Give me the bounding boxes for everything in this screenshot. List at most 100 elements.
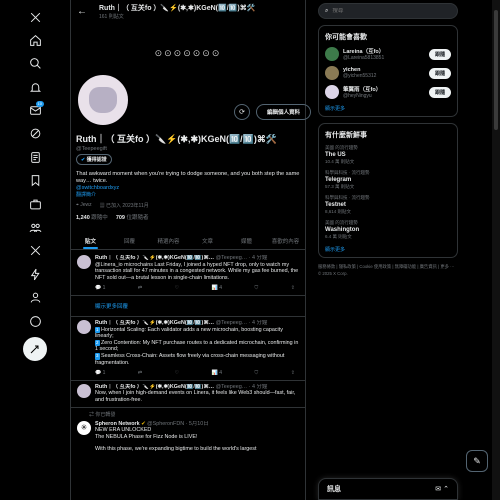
retweet-icon[interactable]: ⇄ [138, 370, 142, 377]
who-to-follow-title: 你可能會喜歡 [325, 34, 367, 41]
search-box[interactable]: ⌕ [318, 3, 458, 19]
post-button[interactable] [23, 337, 47, 362]
feather-icon [30, 345, 39, 354]
translate-bio-link[interactable]: 翻譯簡介 [76, 191, 301, 198]
profile-handle: @Teepeegift [76, 146, 107, 152]
trend-count: 6.4 萬 則貼文 [325, 234, 352, 239]
tweet[interactable]: ✳ Spheron Network ✔ @SpheronFDN · 5月10日 … [71, 418, 305, 456]
trend-count: 8,614 則貼文 [325, 209, 352, 214]
suggested-user[interactable]: 筆翼雨（互fo） @heyNingyu 跟隨 [325, 85, 451, 99]
grok-fab-icon[interactable]: ✎ [466, 450, 488, 472]
edit-profile-button[interactable]: 編輯個人資料 [256, 104, 312, 120]
tweet[interactable]: Ruth｜（ 互关fo ）🔪⚡(✱,✱)KGeN(🔟/🔟)⌘… @Teepeeg… [71, 252, 305, 296]
premium-icon[interactable] [24, 240, 46, 262]
profile-actions: ⟳ 編輯個人資料 [234, 104, 312, 120]
tab-posts[interactable]: 貼文 [71, 232, 110, 249]
explore-icon[interactable] [24, 53, 46, 75]
tab-likes[interactable]: 喜歡的內容 [266, 232, 305, 249]
show-more-replies-link[interactable]: 顯示更多回覆 [71, 296, 305, 317]
share-icon[interactable]: ⇪ [291, 285, 295, 292]
bookmark-icon[interactable]: ⛉ [255, 370, 259, 377]
tab-articles[interactable]: 文章 [188, 232, 227, 249]
tab-highlights[interactable]: 精選內容 [149, 232, 188, 249]
trend-count: 57.3 萬 則貼文 [325, 184, 355, 189]
trend-item[interactable]: 美國 的流行趨勢 Washington 6.4 萬 則貼文 [325, 220, 451, 240]
bookmarks-icon[interactable] [24, 170, 46, 192]
profile-avatar[interactable] [75, 72, 131, 128]
x-logo-icon[interactable] [24, 6, 46, 28]
reposted-text: 你已轉發 [95, 411, 116, 418]
trends-show-more-link[interactable]: 顯示更多 [325, 246, 451, 253]
scrollbar[interactable] [492, 0, 500, 500]
suggested-user[interactable]: yichen @yichen55312 跟隨 [325, 66, 451, 80]
tweet-author[interactable]: Ruth｜（ 互关fo ）🔪⚡(✱,✱)KGeN(🔟/🔟)⌘… [95, 255, 214, 261]
footer-links[interactable]: 服務條款 | 隱私政策 | Cookie 使用政策 | 無障礙功能 | 廣告資訊… [318, 264, 458, 277]
trend-item[interactable]: 科學與科技 · 流行趨勢 Telegram 57.3 萬 則貼文 [325, 170, 451, 190]
expand-icon[interactable]: ⌃ [443, 486, 449, 493]
gold-verified-icon: ✔ [141, 420, 146, 427]
notifications-icon[interactable] [24, 76, 46, 98]
new-message-icon[interactable]: ✉ [435, 486, 441, 493]
trend-item[interactable]: 科學與科技 · 流行趨勢 Testnet 8,614 則貼文 [325, 195, 451, 215]
followers-link[interactable]: 709 位跟隨者 [116, 213, 149, 221]
cat-avatar-image [89, 87, 117, 113]
get-verified-button[interactable]: ✔ 獲得認證 [76, 154, 112, 165]
calendar-icon: ▦ 已加入 2023年11月 [99, 203, 149, 209]
follow-button[interactable]: 跟隨 [428, 86, 451, 98]
tweet-text: @Linera_io microchains Last Friday, I jo… [95, 261, 299, 281]
tweet-author[interactable]: Spheron Network [95, 421, 140, 427]
share-icon[interactable]: ⇪ [291, 370, 295, 377]
profile-info: Ruth｜（ 互关fo ）🔪⚡(✱,✱)KGeN(🔟/🔟)⌘🛠️ @Teepee… [76, 132, 301, 221]
search-icon: ⌕ [325, 7, 329, 14]
bookmark-icon[interactable]: ⛉ [255, 285, 259, 292]
verified-orgs-icon[interactable] [24, 263, 46, 285]
views-icon[interactable]: 📊 4 [212, 370, 222, 377]
reply-icon[interactable]: 💬 1 [95, 370, 105, 377]
search-input[interactable] [332, 8, 433, 14]
trend-item[interactable]: 美國 的流行趨勢 The US 10.4 萬 則貼文 [325, 145, 451, 165]
lists-icon[interactable] [24, 146, 46, 168]
tweet[interactable]: Ruth｜（ 互关fo ）🔪⚡(✱,✱)KGeN(🔟/🔟)⌘… @Teepeeg… [71, 381, 305, 408]
views-icon[interactable]: 📊 4 [212, 285, 222, 292]
tweet-meta: @SpheronFDN · 5月10日 [147, 420, 209, 427]
messages-drawer[interactable]: 訊息 ✉ ⌃ [318, 478, 458, 500]
tweet-author[interactable]: Ruth｜（ 互关fo ）🔪⚡(✱,✱)KGeN(🔟/🔟)⌘… [95, 320, 214, 326]
grok-icon[interactable] [24, 123, 46, 145]
trend-title: Testnet [325, 202, 346, 208]
like-icon[interactable]: ♡ [175, 370, 179, 377]
home-icon[interactable] [24, 29, 46, 51]
verify-label: 獲得認證 [86, 157, 107, 163]
follow-button[interactable]: 跟隨 [428, 48, 451, 60]
reply-icon[interactable]: 💬 1 [95, 285, 105, 292]
tweet-author[interactable]: Ruth｜（ 互关fo ）🔪⚡(✱,✱)KGeN(🔟/🔟)⌘… [95, 384, 214, 390]
user-handle: @heyNingyu [343, 93, 372, 99]
retweet-icon[interactable]: ⇄ [138, 285, 142, 292]
messages-icon[interactable]: 10 [24, 100, 46, 122]
who-show-more-link[interactable]: 顯示更多 [325, 105, 451, 112]
following-link[interactable]: 1,240 跟隨中 [76, 213, 108, 221]
jobs-icon[interactable] [24, 193, 46, 215]
like-icon[interactable]: ♡ [175, 285, 179, 292]
tweet-text: The NEBULA Phase for Fizz Node is LIVE! [95, 433, 198, 440]
back-arrow-icon[interactable]: ← [77, 6, 87, 17]
scrollbar-thumb[interactable] [494, 10, 498, 130]
profile-name: Ruth｜（ 互关fo ）🔪⚡(✱,✱)KGeN(🔟/🔟)⌘🛠️ [76, 134, 278, 144]
user-handle: @Lareina5813851 [343, 55, 385, 61]
tab-replies[interactable]: 回覆 [110, 232, 149, 249]
suggested-user[interactable]: Lareina（互fo） @Lareina5813851 跟隨 [325, 47, 451, 61]
tweet[interactable]: Ruth｜（ 互关fo ）🔪⚡(✱,✱)KGeN(🔟/🔟)⌘… @Teepeeg… [71, 317, 305, 381]
trend-title: Washington [325, 227, 360, 233]
followers-count: 709 [115, 215, 125, 221]
more-icon[interactable] [24, 310, 46, 332]
refresh-icon[interactable]: ⟳ [234, 104, 250, 120]
tweet-meta: @Teepeeg… · 4 分鐘 [215, 383, 268, 390]
tab-media[interactable]: 媒體 [227, 232, 266, 249]
follow-button[interactable]: 跟隨 [428, 67, 451, 79]
communities-icon[interactable] [24, 217, 46, 239]
trend-title: The US [325, 152, 346, 158]
tweet-actions: 💬 1 ⇄ ♡ 📊 4 ⛉ ⇪ [95, 285, 301, 292]
messages-title: 訊息 [327, 486, 341, 493]
number-badge: 3 [95, 352, 100, 360]
profile-icon[interactable] [24, 287, 46, 309]
header-name: Ruth｜（ 互关fo ）🔪⚡(✱,✱)KGeN(🔟/🔟)⌘🛠️ [99, 4, 256, 12]
